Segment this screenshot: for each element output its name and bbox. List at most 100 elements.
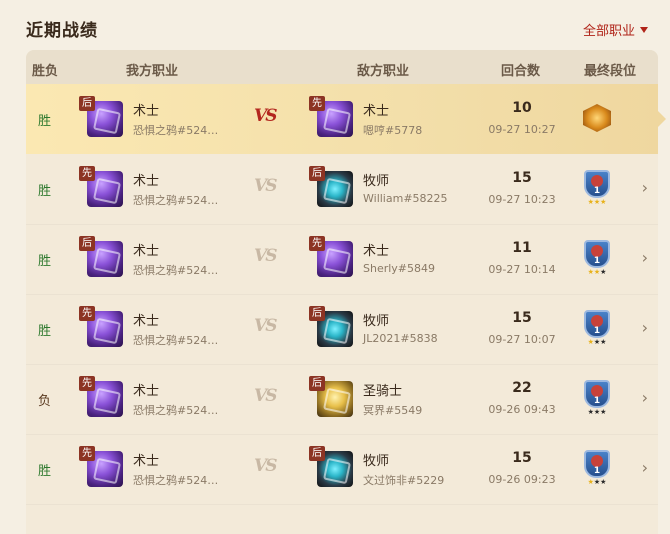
match-result: 胜 [38,254,52,269]
turn-order-badge: 后 [309,376,325,391]
match-result: 负 [38,394,52,409]
rank-number: 1 [593,326,601,336]
col-rank: 最终段位 [584,64,637,79]
turn-order-badge: 后 [309,166,325,181]
turn-order-badge: 先 [309,96,325,111]
col-enemy-class: 敌方职业 [357,64,410,79]
match-row[interactable]: 胜 先术士 恐惧之鸦#524… VS 后牧师 文过饰非#5229 15 09-26 09:23… [26,434,658,505]
match-time: 09-26 09:23 [488,473,556,486]
enemy-class-name: 牧师 [363,314,390,329]
diamond-rank-icon: 1 [584,310,610,338]
chevron-right-icon[interactable]: › [642,318,648,337]
turn-order-badge: 先 [79,166,95,181]
filter-label: 全部职业 [582,24,635,39]
turn-order-badge: 先 [309,236,325,251]
enemy-class-name: 圣骑士 [363,384,403,399]
my-player-name: 恐惧之鸦#524… [133,194,219,207]
diamond-rank-icon: 1 [584,170,610,198]
my-class-name: 术士 [133,244,160,259]
my-player-name: 恐惧之鸦#524… [133,474,219,487]
turn-order-badge: 后 [79,96,95,111]
match-time: 09-27 10:14 [488,263,556,276]
diamond-rank-icon: 1 [584,240,610,268]
match-row[interactable]: 负 先术士恐惧之鸦#524… VS 后圣骑士冥界#5549 22 09-26 09:43 1… [26,364,658,435]
legend-rank-icon [583,104,611,132]
chevron-right-icon[interactable]: › [642,388,648,407]
enemy-player-name: 嗯哼#5778 [363,124,423,137]
col-result: 胜负 [32,64,59,79]
final-rank: 1 ★★★ [582,380,612,420]
rank-number: 1 [593,466,601,476]
match-result: 胜 [38,324,52,339]
match-time: 09-27 10:23 [488,193,556,206]
rank-stars: ★★★ [587,268,607,276]
vs-icon: VS [254,246,278,266]
rank-number: 1 [593,256,601,266]
turn-order-badge: 后 [79,236,95,251]
turn-count: 15 [512,450,532,466]
turn-count: 10 [512,100,532,116]
turn-order-badge: 后 [309,306,325,321]
final-rank: 1 ★★★ [582,450,612,490]
enemy-player-name: JL2021#5838 [363,332,438,345]
diamond-rank-icon: 1 [584,450,610,478]
enemy-class-name: 牧师 [363,174,390,189]
match-time: 09-27 10:07 [488,333,556,346]
caret-down-icon [640,27,648,33]
turn-count: 15 [512,170,532,186]
page-header: 近期战绩 全部职业 [0,0,670,50]
col-turns: 回合数 [501,64,541,79]
enemy-class-name: 术士 [363,244,390,259]
diamond-rank-icon: 1 [584,380,610,408]
match-time: 09-26 09:43 [488,403,556,416]
my-player-name: 恐惧之鸦#524… [133,264,219,277]
rank-stars: ★★★ [587,408,607,416]
enemy-class-name: 牧师 [363,454,390,469]
match-result: 胜 [38,184,52,199]
rank-stars: ★★★ [587,478,607,486]
chevron-right-icon[interactable]: › [642,458,648,477]
chevron-right-icon[interactable]: › [642,178,648,197]
final-rank: 1 ★★★ [582,170,612,210]
my-class-name: 术士 [133,174,160,189]
enemy-player-name: William#58225 [363,192,448,205]
match-row[interactable]: 胜 先术士恐惧之鸦#524… VS 后牧师 William#58225 15 09-27 1… [26,154,658,225]
my-class-name: 术士 [133,384,160,399]
rank-stars: ★★★ [587,198,607,206]
class-filter-dropdown[interactable]: 全部职业 [583,20,648,39]
enemy-player-name: 冥界#5549 [363,404,423,417]
my-class-name: 术士 [133,314,160,329]
my-player-name: 恐惧之鸦#524… [133,404,219,417]
turn-count: 22 [512,380,532,396]
final-rank [582,100,612,140]
turn-count: 15 [512,310,532,326]
match-time: 09-27 10:27 [488,123,556,136]
my-player-name: 恐惧之鸦#524… [133,334,219,347]
final-rank: 1 ★★★ [582,240,612,280]
my-class-name: 术士 [133,104,160,119]
match-result: 胜 [38,114,52,129]
vs-icon: VS [254,386,278,406]
chevron-right-icon[interactable]: › [642,248,648,267]
enemy-player-name: 文过饰非#5229 [363,474,445,487]
match-row[interactable]: 胜 后术士 恐惧之鸦#524… VS 先术士 Sherly#5849 11 09-27 10:… [26,224,658,295]
vs-icon: VS [254,456,278,476]
match-history-table: 胜负 我方职业 敌方职业 回合数 最终段位 胜后术士 恐惧之鸦#524… VS 先术士… [26,50,666,534]
turn-order-badge: 后 [309,446,325,461]
rank-number: 1 [593,396,601,406]
vs-icon: VS [254,106,278,126]
match-row[interactable]: 胜 先术士恐惧之鸦#524… VS 后牧师 JL2021#5838 15 09-27 10:… [26,294,658,365]
page-title: 近期战绩 [26,21,98,41]
turn-order-badge: 先 [79,306,95,321]
turn-order-badge: 先 [79,376,95,391]
table-header: 胜负 我方职业 敌方职业 回合数 最终段位 [26,50,658,84]
my-player-name: 恐惧之鸦#524… [133,124,219,137]
vs-icon: VS [254,176,278,196]
my-class-name: 术士 [133,454,160,469]
enemy-player-name: Sherly#5849 [363,262,436,275]
vs-icon: VS [254,316,278,336]
match-result: 胜 [38,464,52,479]
match-row[interactable]: 胜 后术士 恐惧之鸦#524… VS 先术士 嗯哼#5778 10 09-27 10:27 [26,84,666,154]
final-rank: 1 ★★★ [582,310,612,350]
rank-stars: ★★★ [587,338,607,346]
